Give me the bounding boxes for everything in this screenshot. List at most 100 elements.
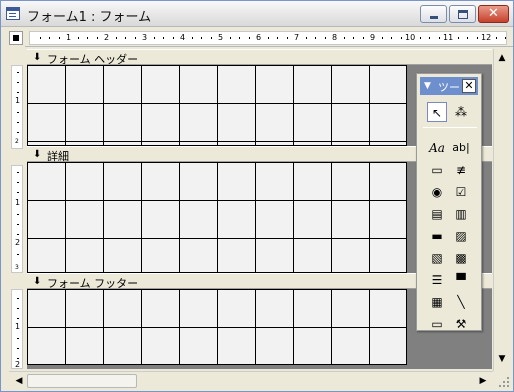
image-icon[interactable]: ▨ <box>451 226 471 246</box>
select-objects-icon[interactable]: ↖ <box>427 102 447 122</box>
vertical-ruler-number: 2 <box>15 360 21 369</box>
toggle-button-icon[interactable]: ≢ <box>451 160 471 180</box>
ruler-tick <box>17 358 19 359</box>
toolbox-title-bar[interactable]: ▼ ツー ✕ <box>420 77 478 95</box>
ruler-number: 12 <box>481 33 492 42</box>
scroll-up-icon[interactable]: ▲ <box>494 50 510 66</box>
ruler-number: 10 <box>405 33 416 42</box>
ruler-tick <box>17 192 19 193</box>
ruler-number: 9 <box>370 33 376 42</box>
toolbox-menu-icon[interactable]: ▼ <box>424 81 431 91</box>
ruler-tick <box>353 37 354 39</box>
minimize-button[interactable] <box>420 5 447 23</box>
vertical-ruler-detail-segment: 1 2 3 <box>11 165 23 273</box>
unbound-object-frame-icon[interactable]: ▧ <box>427 248 447 268</box>
form-design-window: フォーム1 : フォーム ✕ 1 2 3 4 5 6 7 8 9 10 11 12 1 2 <box>0 0 514 392</box>
ruler-tick <box>125 37 126 39</box>
scroll-right-icon[interactable]: ▶ <box>475 373 491 389</box>
bound-object-frame-icon[interactable]: ▩ <box>451 248 471 268</box>
form-header-bar[interactable]: ⬇ フォーム ヘッダー <box>27 49 492 66</box>
section-arrow-icon: ⬇ <box>33 276 42 287</box>
horizontal-scroll-thumb[interactable] <box>27 374 137 388</box>
title-bar[interactable]: フォーム1 : フォーム ✕ <box>1 1 513 27</box>
form-selector[interactable] <box>9 31 23 45</box>
ruler-tick <box>77 37 79 39</box>
ruler-number: 7 <box>294 33 300 42</box>
ruler-tick <box>17 122 19 123</box>
ruler-tick <box>400 37 402 39</box>
vertical-ruler-number: 1 <box>15 96 21 105</box>
ruler-number: 4 <box>180 33 186 42</box>
tab-control-icon[interactable]: ▀ <box>451 270 471 290</box>
resize-grip-icon[interactable] <box>495 373 511 389</box>
toolbox-close-icon[interactable]: ✕ <box>462 79 476 93</box>
ruler-tick <box>163 37 164 39</box>
page-break-icon[interactable]: ☰ <box>427 270 447 290</box>
ruler-tick <box>457 37 459 39</box>
section-arrow-icon: ⬇ <box>33 149 42 160</box>
ruler-tick <box>17 182 19 183</box>
detail-section[interactable] <box>27 162 407 273</box>
ruler-scale: 1 2 3 4 5 6 7 8 9 10 11 12 <box>29 31 507 45</box>
ruler-tick <box>467 37 468 39</box>
ruler-tick <box>49 37 50 39</box>
vertical-ruler[interactable]: 1 2 1 2 3 1 2 <box>9 49 25 369</box>
form-header-section[interactable] <box>27 65 407 146</box>
ruler-tick <box>17 82 19 83</box>
label-icon[interactable]: Aa <box>427 138 447 158</box>
ruler-tick <box>17 132 19 133</box>
ruler-tick <box>153 37 155 39</box>
more-controls-icon[interactable]: ⚒ <box>451 314 471 334</box>
ruler-tick <box>17 348 19 349</box>
close-button[interactable]: ✕ <box>478 5 509 23</box>
ruler-tick <box>362 37 364 39</box>
ruler-tick <box>286 37 288 39</box>
vertical-ruler-number: 2 <box>15 238 21 247</box>
ruler-tick <box>17 112 19 113</box>
ruler-tick <box>248 37 250 39</box>
list-box-icon[interactable]: ▥ <box>451 204 471 224</box>
ruler-tick <box>191 37 193 39</box>
option-group-icon[interactable]: ▭ <box>427 160 447 180</box>
section-arrow-icon: ⬇ <box>33 52 42 63</box>
toolbox-title: ツー <box>438 81 460 94</box>
control-wizards-icon[interactable]: ⁂ <box>451 102 471 122</box>
ruler-tick <box>210 37 212 39</box>
command-button-icon[interactable]: ▬ <box>427 226 447 246</box>
line-icon[interactable]: ╲ <box>451 292 471 312</box>
form-icon[interactable] <box>6 7 20 20</box>
minimize-icon <box>430 16 438 19</box>
ruler-tick <box>505 37 506 39</box>
maximize-button[interactable] <box>449 5 476 23</box>
form-selector-icon <box>13 35 19 41</box>
ruler-tick <box>17 72 19 73</box>
ruler-number: 5 <box>218 33 224 42</box>
textbox-icon[interactable]: ab| <box>451 138 471 158</box>
ruler-tick <box>58 37 60 39</box>
rectangle-icon[interactable]: ▭ <box>427 314 447 334</box>
window-title: フォーム1 : フォーム <box>27 10 152 25</box>
ruler-tick <box>381 37 383 39</box>
vertical-scrollbar[interactable]: ▲ ▼ <box>493 49 511 371</box>
scroll-down-icon[interactable]: ▼ <box>494 351 510 367</box>
ruler-tick <box>419 37 421 39</box>
ruler-tick <box>201 37 202 39</box>
subform-icon[interactable]: ▦ <box>427 292 447 312</box>
scroll-left-icon[interactable]: ◀ <box>11 373 27 389</box>
option-button-icon[interactable]: ◉ <box>427 182 447 202</box>
form-footer-section[interactable] <box>27 289 407 365</box>
vertical-ruler-header-segment: 1 2 <box>11 65 23 149</box>
ruler-tick <box>438 37 440 39</box>
ruler-tick <box>476 37 478 39</box>
ruler-number: 6 <box>256 33 262 42</box>
ruler-tick <box>17 318 19 319</box>
combo-box-icon[interactable]: ▤ <box>427 204 447 224</box>
toolbox-palette[interactable]: ▼ ツー ✕ ↖ ⁂ Aa ab| ▭ ≢ ◉ ☑ ▤ ▥ ▬ ▨ ▧ ▩ ☰ ▀ ▦ ╲ ▭ ⚒ <box>416 73 482 331</box>
horizontal-scrollbar[interactable]: ◀ ▶ <box>9 371 493 389</box>
ruler-tick <box>17 172 19 173</box>
checkbox-icon[interactable]: ☑ <box>451 182 471 202</box>
ruler-tick <box>134 37 136 39</box>
ruler-tick <box>87 37 88 39</box>
close-icon: ✕ <box>488 6 499 21</box>
horizontal-ruler[interactable]: 1 2 3 4 5 6 7 8 9 10 11 12 <box>25 29 513 47</box>
